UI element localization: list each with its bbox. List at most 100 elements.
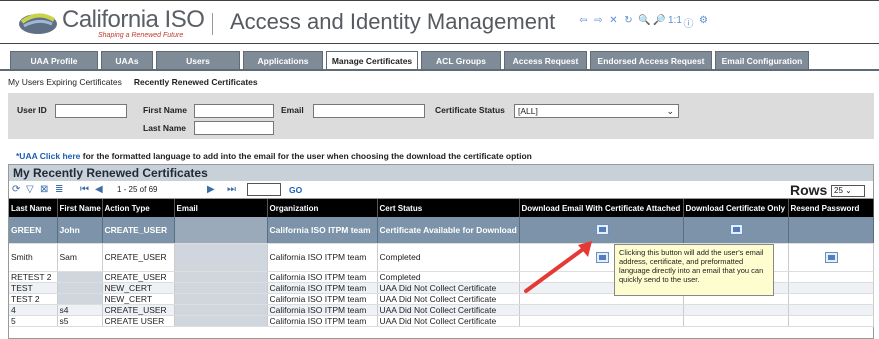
cell-action: NEW_CERT [102,282,175,294]
zoom-in-icon[interactable]: 🔎 [653,15,665,30]
table-header-row: Last Name First Name Action Type Email Organ… [9,199,874,217]
tab-uaa-profile[interactable]: UAA Profile [10,51,98,70]
cell-resend [788,293,874,305]
go-button[interactable]: GO [289,185,302,195]
sub-navigation: My Users Expiring Certificates Recently … [8,77,258,87]
cell-resend [788,217,874,244]
resend-password-button[interactable] [825,251,838,263]
help-icon[interactable]: ⓘ [683,15,694,30]
click-here-link[interactable]: *UAA Click here [16,151,80,161]
cell-org: California ISO ITPM team [267,304,378,316]
chevron-down-icon: ⌄ [666,106,674,116]
forward-icon[interactable]: ⇨ [593,15,604,30]
page-number-input[interactable] [247,183,281,196]
grid-pager: ⟳ ▽ ⊠ ≣ ⏮ ◀ 1 - 25 of 69 ▶ ⏭ GO Rows 25 … [9,181,873,199]
actual-size-icon[interactable]: 1:1 [668,15,682,30]
info-message: *UAA Click here for the formatted langua… [16,151,532,161]
column-header[interactable]: Download Email With Certificate Attached [519,199,684,217]
zoom-out-icon[interactable]: 🔍 [638,15,650,30]
prev-page-icon[interactable]: ◀ [95,184,103,195]
cell-first: Sam [57,243,103,272]
tab-uaas[interactable]: UAAs [101,51,153,70]
rows-per-page-select[interactable]: 25 ⌄ [831,185,865,197]
columns-icon[interactable]: ≣ [55,184,63,195]
cell-dl_email [519,315,684,327]
cell-last: 4 [9,304,58,316]
filter-panel: User ID First Name Last Name Email Certi… [8,93,874,139]
export-icon[interactable]: ⊠ [40,184,48,195]
subnav-renewed-link[interactable]: Recently Renewed Certificates [134,77,258,87]
cell-first: s5 [57,315,103,327]
tab-manage-certificates[interactable]: Manage Certificates [326,51,418,70]
tab-access-request[interactable]: Access Request [504,51,587,70]
cell-first [57,293,103,305]
grid-title: My Recently Renewed Certificates [9,165,873,181]
user-id-label: User ID [17,105,47,115]
last-page-icon[interactable]: ⏭ [227,184,236,195]
cell-dl_cert [683,217,789,244]
cell-email [174,243,268,272]
first-page-icon[interactable]: ⏮ [80,184,89,195]
cell-status: UAA Did Not Collect Certificate [377,315,520,327]
column-header[interactable]: First Name [57,199,103,217]
refresh-icon[interactable]: ↻ [623,15,634,30]
close-icon[interactable]: ✕ [608,15,619,30]
cell-status: Certificate Available for Download [377,217,520,244]
subnav-expiring-link[interactable]: My Users Expiring Certificates [8,77,122,87]
header-toolbar: ⇦ ⇨ ✕ ↻ 🔍 🔎 1:1 ⓘ ⚙ [578,15,709,30]
download-email-button[interactable] [595,224,609,236]
tab-acl-groups[interactable]: ACL Groups [421,51,501,70]
cell-action: CREATE_USER [102,304,175,316]
cell-action: CREATE_USER [102,217,175,244]
cell-last: 5 [9,315,58,327]
cell-resend [788,271,874,283]
cell-email [174,282,268,294]
first-name-label: First Name [143,105,187,115]
tab-applications[interactable]: Applications [243,51,323,70]
column-header[interactable]: Download Certificate Only [683,199,789,217]
cell-status: Completed [377,271,520,283]
cell-first: John [57,217,103,244]
cell-status: Completed [377,243,520,272]
filter-icon[interactable]: ▽ [26,184,34,195]
user-id-input[interactable] [55,104,127,118]
last-name-label: Last Name [143,123,186,133]
cell-status: UAA Did Not Collect Certificate [377,304,520,316]
cert-status-select[interactable]: [ALL] ⌄ [514,104,679,118]
column-header[interactable]: Last Name [9,199,58,217]
column-header[interactable]: Resend Password [788,199,874,217]
cell-org: California ISO ITPM team [267,282,378,294]
download-certificate-button[interactable] [730,224,743,236]
reset-icon[interactable]: ⟳ [12,184,20,195]
tab-email-configuration[interactable]: Email Configuration [715,51,809,70]
cell-first: s4 [57,304,103,316]
tab-users[interactable]: Users [156,51,240,70]
email-input[interactable] [313,104,425,118]
cell-status: UAA Did Not Collect Certificate [377,282,520,294]
table-row[interactable]: GREEN John CREATE_USER California ISO ITPM … [9,217,874,244]
next-page-icon[interactable]: ▶ [207,184,215,195]
last-name-input[interactable] [194,121,274,135]
cell-first [57,271,103,283]
cell-email [174,293,268,305]
cell-resend [788,315,874,327]
cell-resend [788,282,874,294]
info-text: for the formatted language to add into t… [80,151,532,161]
cell-action: NEW_CERT [102,293,175,305]
column-header[interactable]: Email [174,199,268,217]
cell-dl_cert [683,315,789,327]
cell-dl_email [519,304,684,316]
column-header[interactable]: Organization [267,199,378,217]
table-row[interactable]: 4 s4 CREATE_USER California ISO ITPM team UA… [9,304,874,316]
back-icon[interactable]: ⇦ [578,15,589,30]
table-row[interactable]: 5 s5 CREATE USER California ISO ITPM team UA… [9,315,874,327]
email-label: Email [281,105,304,115]
first-name-input[interactable] [194,104,274,118]
tab-endorsed-access-request[interactable]: Endorsed Access Request [590,51,712,70]
cell-last: GREEN [9,217,58,244]
audit-icon[interactable]: ⚙ [698,15,709,30]
cell-org: California ISO ITPM team [267,217,378,244]
column-header[interactable]: Action Type [102,199,175,217]
column-header[interactable]: Cert Status [377,199,520,217]
cell-action: CREATE_USER [102,271,175,283]
